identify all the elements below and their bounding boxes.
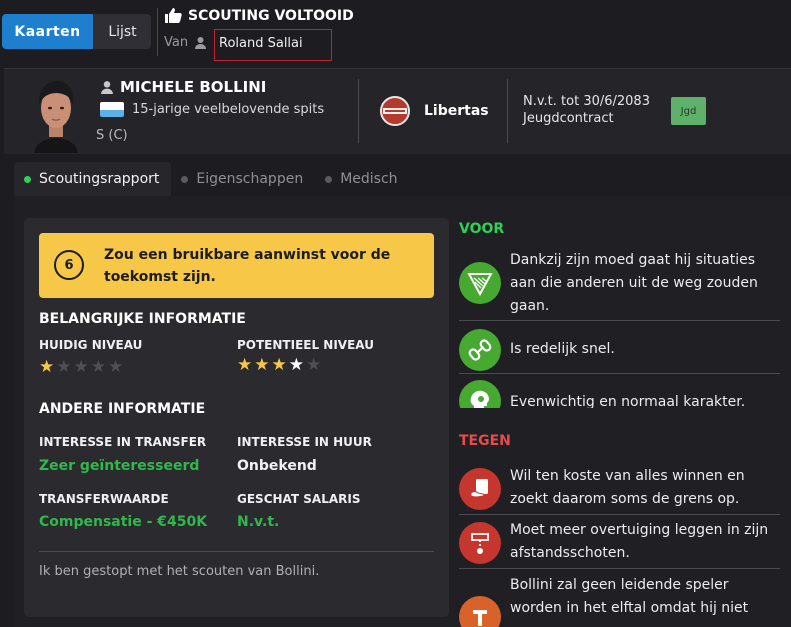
- pro-text: Dankzij zijn moed gaat hij situaties aan…: [510, 252, 758, 314]
- potential-ability-label: POTENTIEEL NIVEAU: [237, 338, 374, 352]
- con-text: Wil ten koste van alles winnen en zoekt …: [510, 468, 745, 507]
- star-empty-icon: ★: [73, 357, 89, 377]
- star-filled-icon: ★: [271, 355, 287, 375]
- card-hand-icon: [459, 468, 501, 510]
- transfer-interest-value: Zeer geïnteresseerd: [39, 458, 200, 474]
- con-item: Moet meer overtuiging leggen in zijn afs…: [459, 519, 780, 565]
- contract-expiry: N.v.t. tot 30/6/2083: [523, 94, 650, 109]
- player-avatar[interactable]: [26, 75, 86, 153]
- list-divider: [459, 568, 780, 569]
- star-empty-icon: ★: [306, 355, 322, 375]
- transfer-value-value: Compensatie - €450K: [39, 514, 208, 530]
- star-empty-icon: ★: [108, 357, 124, 377]
- scout-name-link[interactable]: Roland Sallai: [214, 29, 332, 61]
- player-description-text: 15-jarige veelbelovende spits: [132, 102, 325, 117]
- contract-type: Jeugdcontract: [523, 111, 614, 126]
- flag-band-bottom: [100, 109, 124, 117]
- key-info-title: BELANGRIJKE INFORMATIE: [39, 311, 246, 327]
- leadership-icon: [459, 596, 501, 627]
- contract-info: N.v.t. tot 30/6/2083 Jeugdcontract: [523, 93, 650, 127]
- pro-item: Is redelijk snel.: [459, 328, 780, 372]
- scout-attribution: Van Roland Sallai: [164, 29, 332, 61]
- top-bar: Kaarten Lijst SCOUTING VOLTOOID Van Rola…: [0, 0, 791, 66]
- wage-value: N.v.t.: [237, 514, 280, 530]
- tab-label: Medisch: [340, 171, 398, 187]
- con-item: Wil ten koste van alles winnen en zoekt …: [459, 465, 780, 511]
- con-text: Moet meer overtuiging leggen in zijn afs…: [510, 522, 769, 561]
- star-half-icon: ★: [288, 355, 304, 375]
- transfer-value-label: TRANSFERWAARDE: [39, 492, 169, 506]
- pro-item: Dankzij zijn moed gaat hij situaties aan…: [459, 249, 780, 319]
- contract-badge: Jgd: [671, 97, 706, 125]
- list-view-button[interactable]: Lijst: [93, 14, 151, 49]
- list-divider: [459, 320, 780, 321]
- scouting-status: SCOUTING VOLTOOID: [164, 7, 354, 24]
- tab-medical[interactable]: Medisch: [315, 162, 409, 196]
- star-empty-icon: ★: [90, 357, 106, 377]
- thumbs-up-icon: [165, 8, 182, 23]
- list-divider: [459, 514, 780, 515]
- recommendation-callout: 6 Zou een bruikbare aanwinst voor de toe…: [39, 233, 434, 298]
- tab-attributes[interactable]: Eigenschappen: [171, 162, 315, 196]
- player-name: MICHELE BOLLINI: [100, 78, 266, 96]
- head-mind-icon: [459, 380, 501, 408]
- from-label: Van: [164, 35, 189, 50]
- club-info[interactable]: Libertas: [380, 94, 489, 128]
- inactive-dot-icon: [325, 175, 333, 183]
- card-divider: [39, 551, 434, 552]
- potential-ability-stars[interactable]: ★ ★ ★ ★ ★: [237, 357, 321, 374]
- tab-scouting-report[interactable]: Scoutingsrapport: [14, 162, 172, 196]
- star-filled-icon: ★: [39, 357, 55, 377]
- nation-flag-icon[interactable]: [100, 102, 124, 117]
- inactive-dot-icon: [181, 175, 189, 183]
- header-divider: [358, 79, 359, 143]
- pros-title: VOOR: [459, 221, 505, 237]
- other-info-title: ANDERE INFORMATIE: [39, 401, 206, 417]
- tab-label: Eigenschappen: [196, 171, 304, 187]
- cards-view-button[interactable]: Kaarten: [2, 14, 93, 49]
- flag-band-top: [100, 102, 124, 110]
- loan-interest-value: Onbekend: [237, 458, 317, 474]
- active-dot-icon: [24, 175, 31, 183]
- pro-item: Evenwichtig en normaal karakter.: [459, 380, 780, 408]
- star-filled-icon: ★: [254, 355, 270, 375]
- shooting-goal-icon: [459, 522, 501, 564]
- shield-net-icon: [459, 262, 501, 304]
- club-crest-icon: [380, 96, 410, 126]
- star-filled-icon: ★: [237, 355, 253, 375]
- recommendation-score: 6: [54, 250, 84, 280]
- scouting-status-title: SCOUTING VOLTOOID: [188, 7, 354, 24]
- cons-title: TEGEN: [459, 433, 511, 449]
- report-tabs: Scoutingsrapport Eigenschappen Medisch: [14, 162, 410, 196]
- person-icon: [101, 81, 113, 94]
- transfer-interest-label: INTERESSE IN TRANSFER: [39, 435, 207, 449]
- chain-link-icon: [459, 329, 501, 371]
- scouting-stopped-note: Ik ben gestopt met het scouten van Bolli…: [39, 564, 320, 579]
- con-text: Bollini zal geen leidende speler worden …: [510, 577, 749, 616]
- pro-text: Is redelijk snel.: [510, 341, 615, 357]
- toolbar-divider: [157, 8, 158, 56]
- player-header: MICHELE BOLLINI 15-jarige veelbelovende …: [4, 68, 791, 154]
- current-ability-label: HUIDIG NIVEAU: [39, 338, 143, 352]
- tab-label: Scoutingsrapport: [39, 171, 160, 187]
- player-description: 15-jarige veelbelovende spits: [100, 102, 324, 117]
- current-ability-stars[interactable]: ★ ★ ★ ★ ★: [39, 359, 123, 376]
- scout-summary-card: 6 Zou een bruikbare aanwinst voor de toe…: [24, 218, 449, 617]
- header-divider: [507, 79, 508, 143]
- star-empty-icon: ★: [56, 357, 72, 377]
- list-divider: [459, 373, 780, 374]
- wage-label: GESCHAT SALARIS: [237, 492, 361, 506]
- pro-text: Evenwichtig en normaal karakter.: [510, 394, 746, 408]
- con-item: Bollini zal geen leidende speler worden …: [459, 574, 780, 627]
- player-position: S (C): [96, 128, 128, 143]
- player-name-text[interactable]: MICHELE BOLLINI: [120, 78, 266, 96]
- person-icon: [195, 37, 207, 49]
- view-toggle: Kaarten Lijst: [2, 14, 151, 49]
- club-name[interactable]: Libertas: [424, 103, 489, 119]
- recommendation-text: Zou een bruikbare aanwinst voor de toeko…: [104, 247, 391, 285]
- loan-interest-label: INTERESSE IN HUUR: [237, 435, 372, 449]
